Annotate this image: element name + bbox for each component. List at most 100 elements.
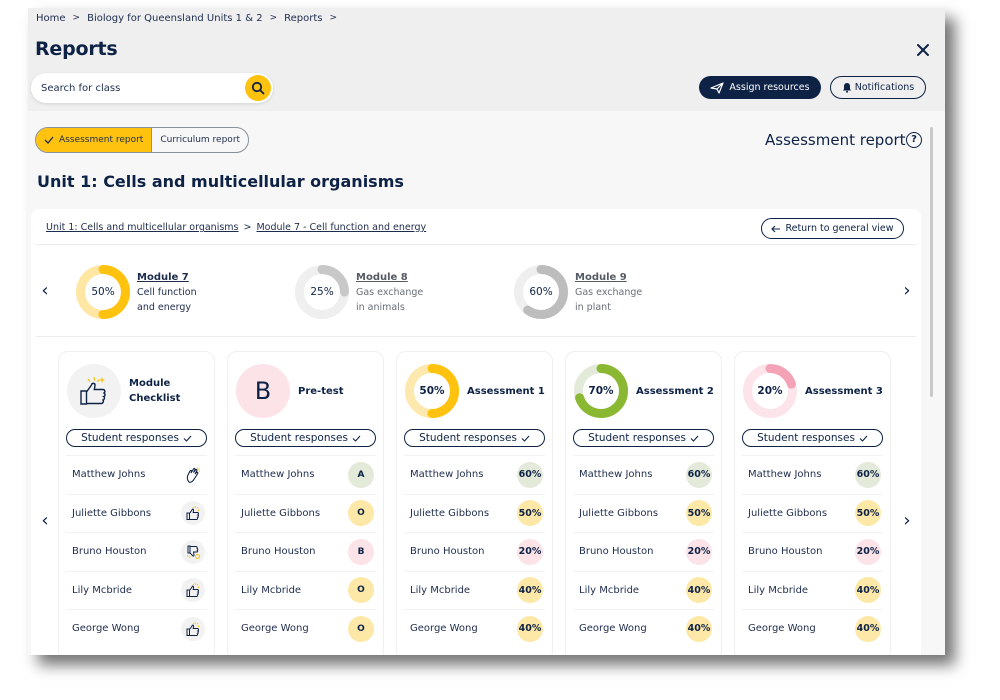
breadcrumb-separator: > (329, 13, 338, 23)
student-row[interactable]: Bruno Houston 20% (573, 532, 714, 571)
student-responses-button[interactable]: Student responses (573, 429, 714, 447)
student-row[interactable]: Bruno Houston 20% (742, 532, 883, 571)
modules-next-button[interactable]: › (899, 282, 915, 300)
breadcrumb-home[interactable]: Home (36, 13, 66, 24)
assessment-card: 70% Assessment 2 Student responses Matth… (565, 351, 722, 655)
module-title[interactable]: Module 9 (575, 270, 642, 285)
tab-curriculum-report-label: Curriculum report (160, 135, 241, 145)
thumbs-up-icon (186, 583, 200, 598)
student-row[interactable]: George Wong (66, 609, 207, 648)
card-title-line1: Assessment 3 (805, 385, 883, 397)
student-row[interactable]: Lily Mcbride O (235, 570, 376, 610)
return-to-general-view-button[interactable]: Return to general view (761, 218, 904, 239)
student-row[interactable]: Lily Mcbride (66, 570, 207, 610)
student-score: 40% (686, 577, 712, 604)
student-list: Matthew Johns 60% Juliette Gibbons 50% Bru… (742, 455, 883, 648)
thumbs-up-sparkle-icon (80, 376, 106, 405)
student-row[interactable]: George Wong 40% (742, 609, 883, 648)
student-list: Matthew Johns 60% Juliette Gibbons 50% Bru… (404, 455, 545, 648)
student-name: George Wong (748, 623, 816, 635)
student-score: 20% (855, 538, 881, 565)
card-title-line2: Checklist (129, 393, 181, 404)
student-row[interactable]: Matthew Johns (66, 455, 207, 494)
student-row[interactable]: Lily Mcbride 40% (573, 570, 714, 610)
student-row[interactable]: Lily Mcbride 40% (742, 570, 883, 610)
student-name: George Wong (241, 623, 309, 635)
breadcrumb-separator: > (269, 13, 278, 23)
panel-breadcrumb-unit[interactable]: Unit 1: Cells and multicellular organism… (46, 222, 239, 233)
unit-title: Unit 1: Cells and multicellular organism… (37, 172, 404, 191)
student-row[interactable]: Juliette Gibbons 50% (404, 493, 545, 533)
student-row[interactable]: Lily Mcbride 40% (404, 570, 545, 610)
student-row[interactable]: George Wong 40% (573, 609, 714, 648)
assessment-card: B Pre-test Student responses Matthew Joh… (227, 351, 384, 655)
breadcrumb-separator: > (72, 13, 81, 23)
module-progress-ring: 60% (514, 265, 568, 319)
student-row[interactable]: George Wong 40% (404, 609, 545, 648)
help-icon[interactable]: ? (906, 132, 922, 148)
breadcrumb-course[interactable]: Biology for Queensland Units 1 & 2 (87, 13, 262, 24)
modules-prev-button[interactable]: ‹ (37, 282, 53, 300)
student-row[interactable]: Juliette Gibbons (66, 493, 207, 533)
student-responses-button[interactable]: Student responses (66, 429, 207, 447)
module-item[interactable]: 50% Module 7 Cell function and energy (76, 263, 197, 321)
card-header: 50% Assessment 1 (405, 364, 545, 418)
student-row[interactable]: Juliette Gibbons O (235, 493, 376, 533)
card-title: Assessment 3 (805, 384, 883, 399)
breadcrumb-reports[interactable]: Reports (284, 13, 322, 24)
assessment-card: Module Checklist Student responses Matth… (58, 351, 215, 655)
search-input[interactable] (41, 80, 231, 96)
student-row[interactable]: Matthew Johns 60% (404, 455, 545, 494)
card-title-line1: Pre-test (298, 385, 344, 397)
assessment-progress-ring: 20% (743, 364, 797, 418)
student-row[interactable]: Matthew Johns 60% (742, 455, 883, 494)
module-item[interactable]: 25% Module 8 Gas exchange in animals (295, 263, 423, 321)
breadcrumb: Home > Biology for Queensland Units 1 & … (36, 13, 344, 24)
card-header: B Pre-test (236, 364, 344, 418)
tab-curriculum-report[interactable]: Curriculum report (152, 128, 248, 152)
module-title[interactable]: Module 8 (356, 270, 423, 285)
student-score: 40% (855, 615, 881, 642)
module-title[interactable]: Module 7 (137, 270, 197, 285)
student-name: Juliette Gibbons (748, 507, 828, 519)
student-score: 60% (517, 461, 543, 488)
student-score: 60% (855, 461, 881, 488)
page-title: Reports (35, 38, 118, 60)
panel-breadcrumb-module[interactable]: Module 7 - Cell function and energy (256, 222, 426, 233)
student-row[interactable]: Juliette Gibbons 50% (742, 493, 883, 533)
search-button[interactable] (245, 75, 271, 101)
module-subtitle-line1: Gas exchange (575, 286, 643, 298)
student-row[interactable]: Juliette Gibbons 50% (573, 493, 714, 533)
assessment-progress-ring: 70% (574, 364, 628, 418)
student-row[interactable]: Bruno Houston (66, 532, 207, 571)
close-icon (917, 44, 929, 56)
student-row[interactable]: Matthew Johns 60% (573, 455, 714, 494)
assessment-percent: 70% (588, 385, 614, 397)
notifications-button[interactable]: Notifications (830, 76, 926, 99)
student-responses-button[interactable]: Student responses (742, 429, 883, 447)
student-score: O (348, 615, 374, 642)
cards-prev-button[interactable]: ‹ (37, 512, 53, 530)
module-item[interactable]: 60% Module 9 Gas exchange in plant (514, 263, 642, 321)
grade-badge: B (236, 364, 290, 418)
student-row[interactable]: Matthew Johns A (235, 455, 376, 494)
notifications-label: Notifications (854, 82, 915, 93)
assign-resources-button[interactable]: Assign resources (699, 76, 821, 99)
student-row[interactable]: Bruno Houston B (235, 532, 376, 571)
tab-assessment-report[interactable]: Assessment report (36, 128, 153, 152)
student-row[interactable]: Bruno Houston 20% (404, 532, 545, 571)
student-name: Bruno Houston (579, 546, 654, 558)
student-name: Bruno Houston (748, 546, 823, 558)
student-score: 40% (517, 577, 543, 604)
close-button[interactable] (914, 41, 932, 59)
student-responses-button[interactable]: Student responses (404, 429, 545, 447)
cards-next-button[interactable]: › (899, 512, 915, 530)
check-icon (352, 435, 361, 442)
module-subtitle-line2: in plant (575, 301, 611, 313)
student-name: Lily Mcbride (241, 584, 302, 596)
student-name: George Wong (72, 623, 140, 635)
student-row[interactable]: George Wong O (235, 609, 376, 648)
checklist-status (181, 539, 205, 564)
student-responses-button[interactable]: Student responses (235, 429, 376, 447)
scrollbar-thumb[interactable] (930, 127, 933, 397)
